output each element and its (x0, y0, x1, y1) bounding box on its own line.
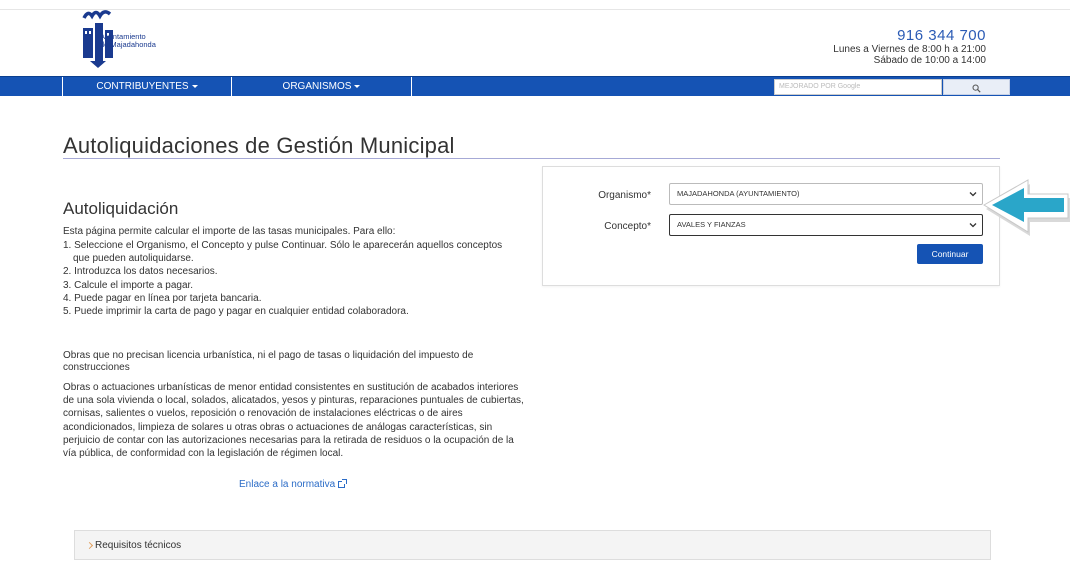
pointer-arrow-icon (983, 179, 1070, 236)
search-button[interactable] (943, 79, 1010, 95)
organismo-select[interactable]: MAJADAHONDA (AYUNTAMIENTO) (669, 183, 983, 205)
search-input[interactable]: MEJORADO POR Google (774, 79, 942, 95)
hours-saturday: Sábado de 10:00 a 14:00 (873, 55, 986, 66)
concepto-select[interactable]: AVALES Y FIANZAS (669, 214, 983, 236)
obras-title: Obras que no precisan licencia urbanísti… (63, 350, 474, 373)
organismo-label: Organismo* (598, 190, 651, 201)
chevron-down-icon (969, 192, 977, 197)
requirements-label: Requisitos técnicos (95, 540, 182, 551)
obras-text: Obras o actuaciones urbanísticas de meno… (63, 382, 524, 460)
external-link-icon (338, 478, 348, 488)
nav-organismos-label: ORGANISMOS (282, 81, 352, 92)
contact-info: 916 344 700 Lunes a Viernes de 8:00 h a … (833, 27, 986, 66)
list-item: 2. Introduzca los datos necesarios. (63, 266, 218, 278)
chevron-down-icon (969, 223, 977, 228)
normativa-link-label: Enlace a la normativa (239, 479, 336, 490)
nav-contribuyentes[interactable]: CONTRIBUYENTES (62, 77, 232, 97)
search-icon (972, 84, 981, 93)
logo-line-2: de Majadahonda (100, 40, 156, 49)
organismo-value: MAJADAHONDA (AYUNTAMIENTO) (677, 189, 800, 198)
main-nav: CONTRIBUYENTES ORGANISMOS MEJORADO POR G… (0, 76, 1070, 97)
title-divider (63, 158, 1000, 159)
page-title: Autoliquidaciones de Gestión Municipal (63, 133, 455, 158)
step-1-line-2: que pueden autoliquidarse. (73, 253, 194, 265)
list-item: 5. Puede imprimir la carta de pago y pag… (63, 306, 409, 318)
chevron-right-icon (85, 541, 94, 550)
continue-button[interactable]: Continuar (917, 244, 983, 264)
section-title: Autoliquidación (63, 199, 179, 218)
step-1-line-1: 1. Seleccione el Organismo, el Concepto … (63, 240, 503, 251)
hours-weekdays: Lunes a Viernes de 8:00 h a 21:00 (833, 44, 986, 55)
list-item: 3. Calcule el importe a pagar. (63, 279, 194, 291)
requirements-accordion[interactable]: Requisitos técnicos (74, 530, 991, 560)
logo-text: Ayuntamiento de Majadahonda (100, 33, 156, 49)
nav-organismos[interactable]: ORGANISMOS (232, 77, 412, 97)
concepto-label: Concepto* (604, 221, 651, 232)
concepto-value: AVALES Y FIANZAS (677, 220, 746, 229)
nav-contribuyentes-label: CONTRIBUYENTES (96, 81, 189, 92)
phone-number[interactable]: 916 344 700 (833, 27, 986, 44)
intro-text: Esta página permite calcular el importe … (63, 226, 396, 237)
search-placeholder: MEJORADO POR Google (779, 83, 861, 90)
normativa-link[interactable]: Enlace a la normativa (239, 478, 348, 490)
caret-down-icon (191, 84, 198, 88)
caret-down-icon (354, 84, 361, 88)
list-item: 4. Puede pagar en línea por tarjeta banc… (63, 292, 262, 304)
list-item: 1. Seleccione el Organismo, el Concepto … (63, 239, 533, 265)
steps-list: 1. Seleccione el Organismo, el Concepto … (63, 239, 533, 318)
